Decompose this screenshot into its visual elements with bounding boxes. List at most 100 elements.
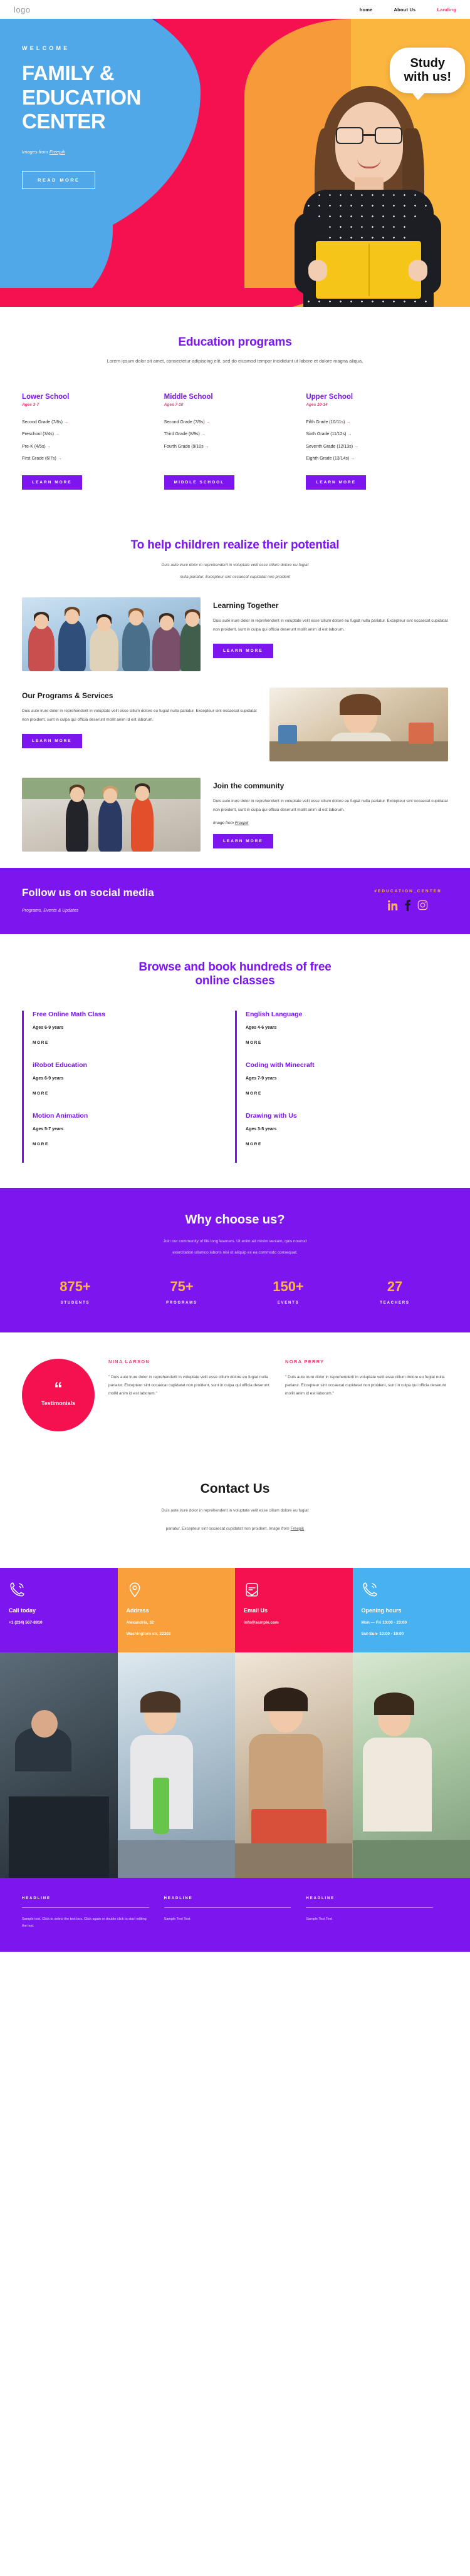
- learn-more-button[interactable]: LEARN MORE: [213, 644, 273, 658]
- arrow-right-icon: →: [46, 444, 51, 449]
- program-item-label: Pre-K (4/5s): [22, 444, 46, 449]
- class-more-link[interactable]: MORE: [33, 1041, 225, 1045]
- footer-heading: HEADLINE: [164, 1896, 193, 1900]
- logo[interactable]: logo: [14, 5, 31, 14]
- nav-item-landing[interactable]: Landing: [437, 7, 456, 13]
- class-more-link[interactable]: MORE: [33, 1142, 225, 1146]
- gallery-photo-reading: [235, 1652, 353, 1878]
- social-subtitle: Programs, Events & Updates: [22, 909, 79, 914]
- program-item-label: First Grade (6/7s): [22, 456, 56, 461]
- class-age: Ages 6-9 years: [33, 1026, 64, 1031]
- facebook-icon[interactable]: [404, 899, 412, 911]
- program-item[interactable]: Fifth Grade (10/11s) →: [306, 420, 434, 425]
- program-item[interactable]: Third Grade (8/9s) →: [164, 432, 293, 436]
- stat-number: 27: [387, 1278, 403, 1294]
- read-more-button[interactable]: READ MORE: [22, 170, 96, 189]
- class-name: Drawing with Us: [246, 1112, 297, 1120]
- contact-card-hours[interactable]: Opening hours Mon — Fri 10:00 - 23:00 Su…: [352, 1567, 470, 1652]
- class-card[interactable]: Coding with Minecraft Ages 7-9 years MOR…: [235, 1061, 448, 1113]
- hero-section: Study with us! WELCOME FAMILY & EDUCATIO…: [0, 19, 470, 307]
- class-card[interactable]: Motion Animation Ages 5-7 years MORE: [22, 1112, 235, 1163]
- program-list: Second Grade (7/8s) → Preschool (3/4s) →…: [22, 420, 150, 461]
- stat-events: 150+ EVENTS: [235, 1279, 342, 1305]
- learn-more-button[interactable]: LEARN MORE: [306, 475, 367, 490]
- quote-icon: “: [54, 1379, 63, 1398]
- potential-section: To help children realize their potential…: [0, 517, 470, 597]
- card-title: Call today: [9, 1607, 36, 1614]
- arrow-right-icon: →: [201, 432, 206, 437]
- program-item[interactable]: Eighth Grade (13/14s) →: [306, 456, 434, 461]
- gallery-photo-children: [352, 1652, 470, 1878]
- red-cup: [251, 1808, 326, 1847]
- program-item[interactable]: Second Grade (7/8s) →: [164, 420, 293, 425]
- potential-sub-2: nulla pariatur. Excepteur sint occaecat …: [179, 575, 291, 580]
- program-item[interactable]: Second Grade (7/8s) →: [22, 420, 150, 425]
- program-item[interactable]: Pre-K (4/5s) →: [22, 445, 150, 449]
- class-more-link[interactable]: MORE: [246, 1142, 438, 1146]
- class-more-link[interactable]: MORE: [33, 1091, 225, 1096]
- nav-item-about[interactable]: About Us: [394, 7, 416, 13]
- footer-text: Sample Text Text: [306, 1917, 333, 1921]
- footer-heading: HEADLINE: [22, 1896, 51, 1900]
- credit-link[interactable]: Freepik: [50, 149, 65, 155]
- classes-title-line-2: online classes: [195, 974, 275, 988]
- credit-prefix: Images from: [22, 148, 50, 155]
- programs-grid: Lower School Ages 3-7 Second Grade (7/8s…: [22, 393, 448, 490]
- middle-school-button[interactable]: MIDDLE SCHOOL: [164, 475, 235, 490]
- online-classes-section: Browse and book hundreds of free online …: [0, 934, 470, 1188]
- social-handles: #EDUCATION_CENTER: [374, 889, 448, 911]
- instagram-icon[interactable]: [417, 900, 428, 910]
- contact-title: Contact Us: [200, 1481, 270, 1496]
- contact-card-address[interactable]: Address Alexandria, 32 Washingtorn str, …: [117, 1567, 235, 1652]
- stat-label: STUDENTS: [60, 1301, 90, 1305]
- class-card[interactable]: iRobot Education Ages 6-9 years MORE: [22, 1061, 235, 1113]
- clock-icon: [362, 1582, 377, 1597]
- footer-column: HEADLINE Sample text. Click to select th…: [22, 1897, 164, 1930]
- hair: [140, 1691, 180, 1713]
- program-item[interactable]: Seventh Grade (12/13s) →: [306, 445, 434, 449]
- program-column-upper: Upper School Ages 10-14 Fifth Grade (10/…: [306, 393, 448, 490]
- hero-content: WELCOME FAMILY & EDUCATION CENTER Images…: [0, 19, 470, 189]
- feature-body: Duis aute irure dolor in reprehenderit i…: [213, 799, 448, 812]
- contact-credit-link[interactable]: Freepik: [291, 1527, 305, 1531]
- card-line: Washingtorn str, 22303: [126, 1631, 171, 1636]
- learn-more-button[interactable]: LEARN MORE: [213, 834, 273, 848]
- class-name: Free Online Math Class: [33, 1011, 106, 1019]
- card-title: Email Us: [244, 1607, 268, 1614]
- learn-more-button[interactable]: LEARN MORE: [22, 734, 82, 748]
- main-nav: home About Us Landing: [360, 7, 456, 13]
- hand-left: [308, 260, 327, 281]
- feature-title: Learning Together: [213, 601, 279, 611]
- arrow-right-icon: →: [204, 444, 209, 449]
- program-item[interactable]: First Grade (6/7s) →: [22, 456, 150, 461]
- class-card[interactable]: Drawing with Us Ages 3-5 years MORE: [235, 1112, 448, 1163]
- stat-number: 75+: [170, 1278, 194, 1294]
- class-more-link[interactable]: MORE: [246, 1041, 438, 1045]
- hair: [373, 1692, 414, 1715]
- program-item[interactable]: Sixth Grade (11/12s) →: [306, 432, 434, 436]
- feature-image-running-kids: [22, 778, 201, 852]
- program-column-lower: Lower School Ages 3-7 Second Grade (7/8s…: [22, 393, 164, 490]
- nav-item-home[interactable]: home: [360, 7, 373, 13]
- contact-card-email[interactable]: Email Us info@sample.com: [235, 1567, 353, 1652]
- program-item[interactable]: Fourth Grade (9/10s →: [164, 445, 293, 449]
- arrow-right-icon: →: [354, 444, 359, 449]
- class-card[interactable]: Free Online Math Class Ages 6-9 years MO…: [22, 1011, 235, 1062]
- contact-card-call[interactable]: Call today +1 (234) 567-8910: [0, 1567, 118, 1652]
- program-item-label: Seventh Grade (12/13s): [306, 444, 353, 449]
- learn-more-button[interactable]: LEARN MORE: [22, 475, 82, 490]
- testimonial-body: " Duis aute irure dolor in reprehenderit…: [108, 1374, 269, 1396]
- feature-text: Join the community Duis aute irure dolor…: [213, 778, 448, 848]
- linkedin-icon[interactable]: [388, 900, 399, 911]
- program-item[interactable]: Preschool (3/4s) →: [22, 432, 150, 436]
- class-more-link[interactable]: MORE: [246, 1091, 438, 1096]
- test-tube: [152, 1777, 169, 1834]
- classes-grid: Free Online Math Class Ages 6-9 years MO…: [22, 1011, 448, 1163]
- contact-desc-prefix: pariatur. Excepteur sint occaecat cupida…: [165, 1526, 269, 1531]
- card-line: Sut-Sun- 10:00 - 19:00: [361, 1631, 404, 1636]
- credit-link[interactable]: Freepik: [235, 821, 249, 825]
- desk: [269, 741, 448, 762]
- class-card[interactable]: English Language Ages 4-6 years MORE: [235, 1011, 448, 1062]
- testimonial: NORA PERRY " Duis aute irure dolor in re…: [285, 1359, 448, 1398]
- card-line: +1 (234) 567-8910: [9, 1620, 43, 1625]
